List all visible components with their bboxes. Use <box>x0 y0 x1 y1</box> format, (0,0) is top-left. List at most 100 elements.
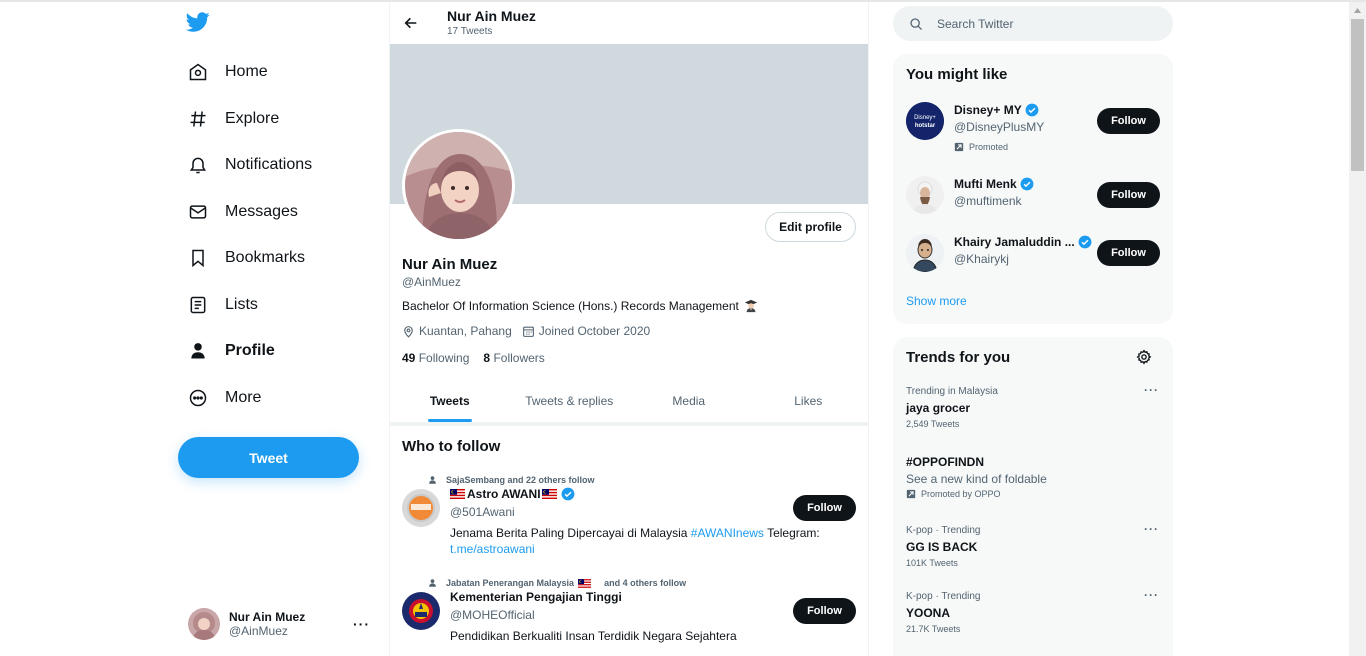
more-dots-icon[interactable]: ··· <box>353 616 370 632</box>
search-input[interactable] <box>937 16 1157 31</box>
suggestion-context: Jabatan Penerangan Malaysia and 4 others… <box>428 578 686 588</box>
profile-handle: @AinMuez <box>402 275 461 289</box>
trend-item[interactable]: Trending in Malaysia jaya grocer 2,549 T… <box>893 383 1173 436</box>
follow-button[interactable]: Follow <box>1097 182 1160 208</box>
location-icon <box>404 325 413 338</box>
avatar[interactable] <box>402 489 440 527</box>
avatar[interactable] <box>906 234 944 272</box>
more-dots-icon[interactable]: ··· <box>1144 522 1159 536</box>
person-icon <box>429 579 436 587</box>
bell-icon <box>178 145 218 185</box>
scrollbar-thumb[interactable] <box>1351 19 1364 171</box>
account-handle: @AinMuez <box>229 624 288 638</box>
divider <box>390 422 868 426</box>
person-icon <box>178 331 218 371</box>
page-scrollbar[interactable] <box>1349 2 1366 656</box>
envelope-icon <box>178 192 218 232</box>
graduate-icon <box>744 299 758 313</box>
more-dots-icon[interactable]: ··· <box>1144 588 1159 602</box>
trend-context: Trending in Malaysia <box>906 386 998 397</box>
trend-item[interactable]: K-pop · Trending YOONA 21.7K Tweets ··· <box>893 588 1173 641</box>
avatar[interactable] <box>906 176 944 214</box>
nav-more[interactable]: More <box>178 378 261 418</box>
following-count: 49 <box>402 351 416 365</box>
trends-title: Trends for you <box>906 349 1011 366</box>
trend-context: K-pop · Trending <box>906 591 981 602</box>
nav-label: More <box>225 389 262 406</box>
calendar-icon <box>522 326 534 337</box>
nav-notifications[interactable]: Notifications <box>178 145 312 185</box>
suggestion-item[interactable]: Mufti Menk @muftimenk Follow <box>893 176 1173 220</box>
suggestion-name: Mufti Menk <box>954 177 1034 191</box>
nav-bookmarks[interactable]: Bookmarks <box>178 238 305 278</box>
scroll-up-arrow-icon[interactable] <box>1349 2 1366 19</box>
nav-explore[interactable]: Explore <box>178 99 279 139</box>
suggestion-name: Khairy Jamaluddin ... <box>954 235 1092 249</box>
tweet-count: 17 Tweets <box>447 26 493 37</box>
suggestion-handle: @muftimenk <box>954 194 1022 208</box>
tab-likes[interactable]: Likes <box>749 380 869 422</box>
nav-home[interactable]: Home <box>178 52 268 92</box>
profile-avatar[interactable] <box>402 129 515 242</box>
who-to-follow-title: Who to follow <box>402 438 501 455</box>
follow-button[interactable]: Follow <box>793 598 856 624</box>
followers-link[interactable]: 8 Followers <box>483 351 544 365</box>
hashtag-icon <box>178 99 218 139</box>
malaysia-flag-icon <box>541 489 557 499</box>
more-circle-icon <box>178 378 218 418</box>
suggestion-item[interactable]: SajaSembang and 22 others follow Astro A… <box>390 475 868 575</box>
bio-link[interactable]: t.me/astroawani <box>450 542 535 556</box>
twitter-logo-icon[interactable] <box>185 10 212 36</box>
nav-label: Explore <box>225 110 280 127</box>
profile-name: Nur Ain Muez <box>402 256 498 273</box>
profile-header: Nur Ain Muez 17 Tweets <box>390 2 868 44</box>
main-column: Nur Ain Muez 17 Tweets Edit profile Nur … <box>389 2 869 656</box>
show-more-link[interactable]: Show more <box>906 294 967 308</box>
suggestion-bio: Jenama Berita Paling Dipercayai di Malay… <box>450 526 820 556</box>
follow-button[interactable]: Follow <box>1097 108 1160 134</box>
tab-media[interactable]: Media <box>629 380 749 422</box>
back-arrow-icon[interactable] <box>400 12 422 34</box>
tab-tweets-replies[interactable]: Tweets & replies <box>510 380 630 422</box>
suggestion-item[interactable]: Jabatan Penerangan Malaysia and 4 others… <box>390 578 868 656</box>
gear-icon[interactable] <box>1136 349 1152 365</box>
follow-button[interactable]: Follow <box>793 495 856 521</box>
you-might-like-title: You might like <box>906 66 1008 83</box>
bio-text: Bachelor Of Information Science (Hons.) … <box>402 299 739 313</box>
follow-button[interactable]: Follow <box>1097 240 1160 266</box>
profile-location: Kuantan, Pahang <box>419 324 512 338</box>
bookmark-icon <box>178 238 218 278</box>
avatar <box>188 608 220 640</box>
edit-profile-button[interactable]: Edit profile <box>765 212 856 242</box>
trend-item[interactable]: #OPPOFINDN See a new kind of foldable Pr… <box>893 455 1173 505</box>
verified-badge-icon <box>1020 177 1034 191</box>
suggestion-name: Disney+ MY <box>954 103 1039 117</box>
following-link[interactable]: 49 Following <box>402 351 469 365</box>
nav-lists[interactable]: Lists <box>178 285 258 325</box>
promoted-label: Promoted by OPPO <box>906 489 1001 499</box>
trend-item[interactable]: K-pop · Trending GG IS BACK 101K Tweets … <box>893 522 1173 575</box>
tab-tweets[interactable]: Tweets <box>390 380 510 422</box>
nav-profile[interactable]: Profile <box>178 331 275 371</box>
suggestion-handle: @MOHEOfficial <box>450 608 535 622</box>
sidebar: Home Explore Notifications Messages Book… <box>178 0 388 656</box>
nav-messages[interactable]: Messages <box>178 192 298 232</box>
svg-text:Disney+: Disney+ <box>914 115 936 121</box>
suggestion-handle: @501Awani <box>450 505 515 519</box>
avatar[interactable]: Disney+ hotstar <box>906 102 944 140</box>
more-dots-icon[interactable]: ··· <box>1144 383 1159 397</box>
followers-label: Followers <box>493 351 545 365</box>
suggestion-item[interactable]: Khairy Jamaluddin ... @Khairykj Follow <box>893 234 1173 278</box>
trend-name: GG IS BACK <box>906 540 978 554</box>
avatar[interactable] <box>402 592 440 630</box>
followers-count: 8 <box>483 351 491 365</box>
suggestion-item[interactable]: Disney+ hotstar Disney+ MY @DisneyPlusMY … <box>893 102 1173 162</box>
account-switcher[interactable]: Nur Ain Muez @AinMuez ··· <box>188 604 378 644</box>
hashtag-link[interactable]: #AWANInews <box>691 526 764 540</box>
suggestion-context: SajaSembang and 22 others follow <box>428 475 595 485</box>
search-box[interactable] <box>893 6 1173 41</box>
tweet-button[interactable]: Tweet <box>178 437 359 478</box>
promoted-label: Promoted <box>954 142 1008 152</box>
you-might-like-card: You might like Disney+ hotstar Disney+ MY… <box>893 54 1173 324</box>
trend-count: 101K Tweets <box>906 558 958 568</box>
